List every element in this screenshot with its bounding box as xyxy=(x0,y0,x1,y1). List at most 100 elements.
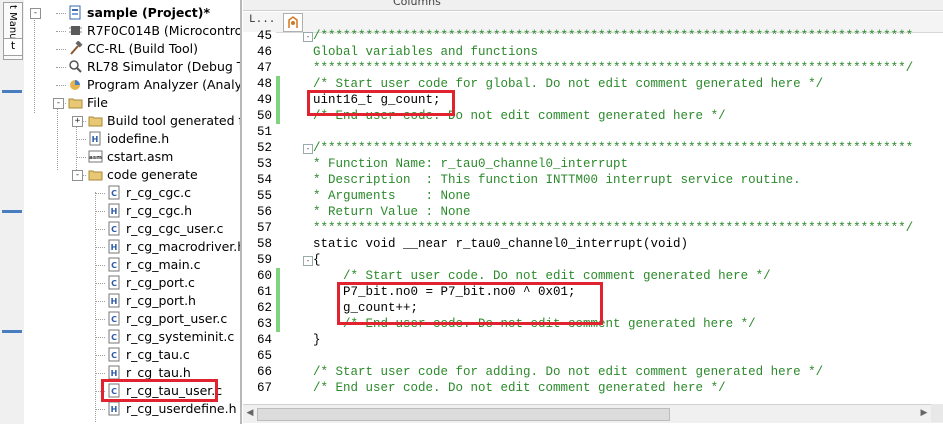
svg-text:asm: asm xyxy=(89,155,102,161)
tree-item[interactable]: asm cstart.asm xyxy=(88,148,173,166)
tree-item-label: r_cg_cgc.h xyxy=(126,203,193,218)
c-file-icon: C xyxy=(107,347,122,362)
tree-item[interactable]: Cr_cg_tau.c xyxy=(107,346,190,364)
tree-item[interactable]: Cr_cg_main.c xyxy=(107,256,201,274)
code-line[interactable]: /***************************************… xyxy=(313,140,913,156)
line-number: 50 xyxy=(256,109,272,123)
tree-connector xyxy=(56,13,66,14)
line-number: 47 xyxy=(256,61,272,75)
code-line[interactable]: ****************************************… xyxy=(313,220,913,236)
fold-icon[interactable]: - xyxy=(303,32,313,42)
svg-text:H: H xyxy=(111,405,118,414)
svg-text:H: H xyxy=(111,297,118,306)
side-marker xyxy=(2,210,22,213)
tree-item[interactable]: Cr_cg_systeminit.c xyxy=(107,328,234,346)
line-column-header[interactable]: L... xyxy=(249,14,275,26)
h-file-icon: H xyxy=(107,239,122,254)
horizontal-scrollbar[interactable]: ◀ ▶ xyxy=(243,404,943,423)
line-number: 60 xyxy=(256,269,272,283)
tree-item[interactable]: Hr_cg_macrodriver.h xyxy=(107,238,240,256)
svg-text:H: H xyxy=(111,207,118,216)
tree-item[interactable]: Hr_cg_userdefine.h xyxy=(107,400,237,418)
tree-item[interactable]: Program Analyzer (Analyz xyxy=(68,76,242,94)
collapse-icon[interactable]: - xyxy=(53,98,64,109)
code-line[interactable]: Global variables and functions xyxy=(313,44,538,60)
tree-connector xyxy=(76,139,86,140)
tree-item[interactable]: RL78 Simulator (Debug To xyxy=(68,58,242,76)
tree-item-label: r_cg_cgc_user.c xyxy=(126,221,224,236)
line-number: 62 xyxy=(256,301,272,315)
tree-item-label: r_cg_systeminit.c xyxy=(126,329,235,344)
line-number: 58 xyxy=(256,237,272,251)
line-number: 48 xyxy=(256,77,272,91)
scroll-left-icon[interactable]: ◀ xyxy=(245,407,255,419)
svg-text:C: C xyxy=(111,261,117,270)
c-file-icon: C xyxy=(107,185,122,200)
svg-text:C: C xyxy=(111,189,117,198)
svg-text:H: H xyxy=(111,369,118,378)
code-line[interactable]: * Arguments : None xyxy=(313,188,471,204)
folder-icon xyxy=(88,113,103,128)
tree-item-label: r_cg_userdefine.h xyxy=(126,401,237,416)
tree-connector xyxy=(95,319,105,320)
code-line[interactable]: static void __near r_tau0_channel0_inter… xyxy=(313,236,688,252)
code-line[interactable]: } xyxy=(313,332,321,348)
tree-item[interactable]: CC-RL (Build Tool) xyxy=(68,40,198,58)
tree-item[interactable]: Cr_cg_port_user.c xyxy=(107,310,227,328)
tree-item[interactable]: Hr_cg_cgc.h xyxy=(107,202,192,220)
tree-item-label: RL78 Simulator (Debug To xyxy=(87,59,242,74)
code-line[interactable]: /***************************************… xyxy=(313,28,913,44)
expand-icon[interactable]: + xyxy=(72,116,83,127)
collapse-icon[interactable]: - xyxy=(30,8,41,19)
fold-icon[interactable]: - xyxy=(303,256,313,266)
h-file-icon: H xyxy=(107,203,122,218)
tree-connector xyxy=(56,67,66,68)
tree-connector xyxy=(95,229,105,230)
tree-connector xyxy=(95,373,105,374)
tree-item[interactable]: Build tool generated fi xyxy=(88,112,240,130)
tree-item[interactable]: code generate xyxy=(88,166,198,184)
change-bar xyxy=(276,76,280,124)
bookmark-icon[interactable] xyxy=(283,13,303,32)
tree-connector xyxy=(56,31,66,32)
h-file-icon: H xyxy=(107,365,122,380)
code-line[interactable]: /* Start user code for adding. Do not ed… xyxy=(313,364,823,380)
line-number: 46 xyxy=(256,45,272,59)
tree-connector xyxy=(95,301,105,302)
line-number-gutter: 45 46 47 48 49 50 51 52 53 54 55 56 57 58 59 60 61 62 63 64… xyxy=(243,29,276,404)
code-line[interactable]: * Description : This function INTTM00 in… xyxy=(313,172,801,188)
tree-connector xyxy=(76,157,86,158)
fold-icon[interactable]: - xyxy=(303,144,313,154)
code-line[interactable]: * Function Name: r_tau0_channel0_interru… xyxy=(313,156,628,172)
collapse-icon[interactable]: - xyxy=(72,170,83,181)
tree-item-label: Program Analyzer (Analyz xyxy=(87,77,242,92)
highlight-box xyxy=(337,282,603,325)
line-number: 65 xyxy=(256,349,272,363)
tree-item[interactable]: Cr_cg_cgc_user.c xyxy=(107,220,223,238)
tree-item[interactable]: File xyxy=(68,94,108,112)
side-tab-strip: t Manual t xyxy=(0,0,25,424)
code-line[interactable]: ****************************************… xyxy=(313,60,913,76)
tree-item[interactable]: Hiodefine.h xyxy=(88,130,169,148)
folder-icon xyxy=(88,167,103,182)
code-line[interactable]: /* End user code. Do not edit comment ge… xyxy=(313,380,726,396)
tree-item[interactable]: R7F0C014B (Microcontroll xyxy=(68,22,240,40)
project-icon xyxy=(68,5,83,20)
scroll-right-icon[interactable]: ▶ xyxy=(919,407,929,419)
code-line[interactable]: * Return Value : None xyxy=(313,204,471,220)
tree-item[interactable]: Cr_cg_port.c xyxy=(107,274,195,292)
tree-item[interactable]: Hr_cg_port.h xyxy=(107,292,196,310)
project-tree: sample (Project)* - R7F0C014B (Microcontro… xyxy=(24,0,242,424)
side-tab-glyph[interactable]: t xyxy=(3,38,23,56)
chip-icon xyxy=(68,23,83,38)
analyzer-icon xyxy=(68,77,83,92)
debug-icon xyxy=(68,59,83,74)
code-line[interactable]: { xyxy=(313,252,321,268)
line-number: 59 xyxy=(256,253,272,267)
tree-item-label: cstart.asm xyxy=(107,149,174,164)
scrollbar-thumb[interactable] xyxy=(257,408,670,421)
tree-item[interactable]: Cr_cg_cgc.c xyxy=(107,184,191,202)
folder-icon xyxy=(68,95,83,110)
tree-item[interactable]: sample (Project)* xyxy=(68,4,210,22)
tree-connector xyxy=(95,409,105,410)
